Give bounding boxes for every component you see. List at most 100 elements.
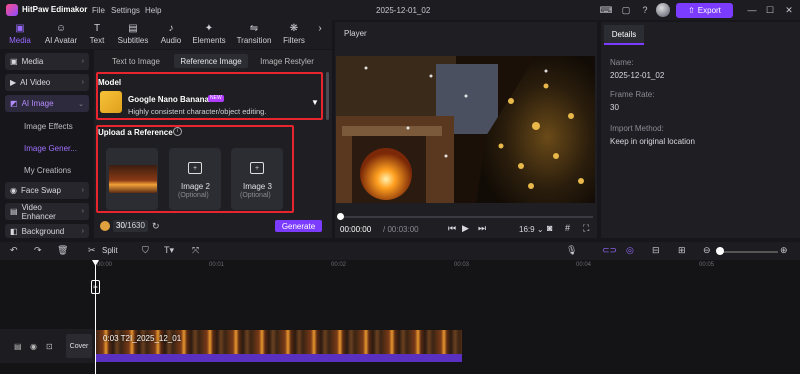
reference-thumbnail — [109, 165, 157, 193]
banana-model-icon — [100, 91, 122, 113]
undo-icon[interactable]: ↶ — [10, 245, 18, 256]
zoom-in-icon[interactable]: ⊕ — [780, 245, 788, 256]
delete-icon[interactable]: 🗑 — [57, 245, 68, 256]
sidebar-item-video-enhancer[interactable]: ▤ Video Enhancer › — [5, 203, 89, 221]
split-icon[interactable]: ✂ — [88, 245, 96, 256]
maximize-icon[interactable]: ☐ — [763, 3, 777, 17]
credits-total: /1630 — [124, 221, 145, 230]
lock-icon[interactable]: ⊡ — [46, 342, 53, 351]
tab-reference-image[interactable]: Reference Image — [174, 54, 248, 68]
aspect-ratio-select[interactable]: 16:9 ⌄ — [519, 225, 544, 234]
slot-2-name: Image 2 — [181, 182, 210, 191]
add-image-icon: + — [188, 162, 202, 174]
chevron-right-icon: › — [81, 227, 84, 235]
previous-frame-icon[interactable]: ⏮ — [448, 223, 456, 234]
video-preview[interactable] — [336, 56, 595, 203]
name-value: 2025-12-01_02 — [610, 71, 665, 80]
sidebar-item-background[interactable]: ◧ Background › — [5, 224, 89, 238]
video-icon: ▶ — [10, 78, 17, 87]
sidebar-subitem-image-effects[interactable]: Image Effects — [24, 122, 73, 131]
visibility-icon[interactable]: ◉ — [30, 342, 37, 351]
name-label: Name: — [610, 58, 634, 67]
progress-handle[interactable] — [337, 213, 344, 220]
sidebar-item-ai-video[interactable]: ▶ AI Video › — [5, 74, 89, 91]
grid-icon[interactable]: # — [565, 223, 570, 233]
tab-image-restyler[interactable]: Image Restyler — [252, 54, 322, 68]
elements-icon: ✦ — [204, 23, 214, 34]
export-button[interactable]: ⇧ Export — [676, 3, 733, 18]
tab-details[interactable]: Details — [604, 25, 644, 45]
snap-icon[interactable]: ⊟ — [652, 245, 660, 256]
help-icon[interactable]: ? — [639, 4, 651, 16]
info-icon[interactable]: i — [173, 127, 182, 136]
generate-button[interactable]: Generate — [275, 220, 322, 232]
tab-ai-avatar[interactable]: ☺ AI Avatar — [42, 22, 80, 48]
image-icon: ◩ — [10, 99, 18, 108]
link-icon[interactable]: ⊂⊃ — [602, 245, 617, 256]
minimize-icon[interactable]: — — [745, 3, 759, 17]
tab-media[interactable]: ▣ Media — [6, 22, 34, 48]
crop-icon[interactable]: ⤧ — [192, 245, 199, 256]
keyboard-icon[interactable]: ⌨ — [600, 4, 613, 16]
text-tool-icon[interactable]: T▾ — [164, 245, 174, 256]
dropdown-arrow-icon[interactable]: ▼ — [311, 98, 319, 107]
snapshot-icon[interactable]: ◙ — [547, 223, 552, 233]
filters-icon: ❋ — [289, 23, 299, 34]
chevron-down-icon: ⌄ — [536, 225, 544, 234]
tab-elements[interactable]: ✦ Elements — [190, 22, 228, 48]
tab-subtitles[interactable]: ▤ Subtitles — [114, 22, 152, 48]
player-label: Player — [344, 29, 367, 38]
upload-label: Upload a Reference — [98, 128, 173, 137]
redo-icon[interactable]: ↷ — [34, 245, 42, 256]
avatar-icon: ☺ — [55, 23, 67, 34]
split-label[interactable]: Split — [102, 246, 118, 255]
microphone-icon[interactable]: 🎙 — [566, 245, 577, 256]
import-method-value: Keep in original location — [610, 137, 695, 146]
tab-audio[interactable]: ♪ Audio — [158, 22, 184, 48]
cover-button[interactable]: Cover — [66, 334, 92, 358]
panel-scrollbar[interactable] — [326, 72, 329, 120]
reference-slot-2[interactable] — [169, 148, 221, 210]
chevron-down-icon: ⌄ — [78, 100, 84, 108]
fullscreen-icon[interactable]: ⛶ — [583, 223, 589, 234]
project-title: 2025-12-01_02 — [376, 6, 431, 15]
sidebar-subitem-image-generator[interactable]: Image Gener... — [24, 144, 77, 153]
sidebar-item-face-swap[interactable]: ◉ Face Swap › — [5, 182, 89, 199]
tab-filters[interactable]: ❋ Filters — [282, 22, 306, 48]
menu-help[interactable]: Help — [145, 6, 161, 15]
zoom-out-icon[interactable]: ⊖ — [703, 245, 711, 256]
tabs-next-button[interactable]: › — [314, 22, 326, 48]
credits-counter: 30/1630 — [113, 220, 148, 232]
menu-file[interactable]: File — [92, 6, 105, 15]
credits-used: 30 — [116, 221, 125, 230]
menu-settings[interactable]: Settings — [111, 6, 140, 15]
track-settings-icon[interactable]: ▤ — [14, 342, 22, 351]
refresh-icon[interactable]: ↻ — [152, 221, 160, 232]
magnet-icon[interactable]: ◎ — [626, 245, 634, 256]
zoom-slider-handle[interactable] — [716, 247, 724, 255]
fit-icon[interactable]: ⊞ — [678, 245, 686, 256]
text-icon: T — [93, 23, 101, 34]
chevron-right-icon: › — [81, 79, 84, 86]
close-icon[interactable]: ✕ — [782, 3, 796, 17]
credit-coin-icon — [100, 221, 110, 231]
ruler-tick: 00:00 — [97, 262, 113, 268]
playback-progress-bar[interactable] — [338, 216, 593, 218]
sidebar-item-ai-image[interactable]: ◩ AI Image ⌄ — [5, 95, 89, 112]
reference-slot-3[interactable] — [231, 148, 283, 210]
scissors-icon[interactable]: ✂ — [91, 280, 100, 294]
avatar[interactable] — [656, 3, 670, 17]
tab-text-to-image[interactable]: Text to Image — [100, 54, 172, 68]
sidebar-item-media[interactable]: ▣ Media › — [5, 53, 89, 70]
cart-icon[interactable]: ▢ — [620, 4, 632, 16]
tab-transition[interactable]: ⇋ Transition — [234, 22, 274, 48]
zoom-slider[interactable] — [718, 251, 778, 253]
model-label: Model — [98, 78, 122, 87]
chevron-right-icon: › — [81, 58, 84, 65]
tab-text[interactable]: T Text — [86, 22, 108, 48]
playhead[interactable] — [95, 262, 96, 374]
play-icon[interactable]: ▶ — [462, 223, 469, 234]
sidebar-subitem-my-creations[interactable]: My Creations — [24, 166, 71, 175]
marker-icon[interactable]: ⛉ — [142, 245, 149, 256]
next-frame-icon[interactable]: ⏭ — [478, 223, 486, 234]
